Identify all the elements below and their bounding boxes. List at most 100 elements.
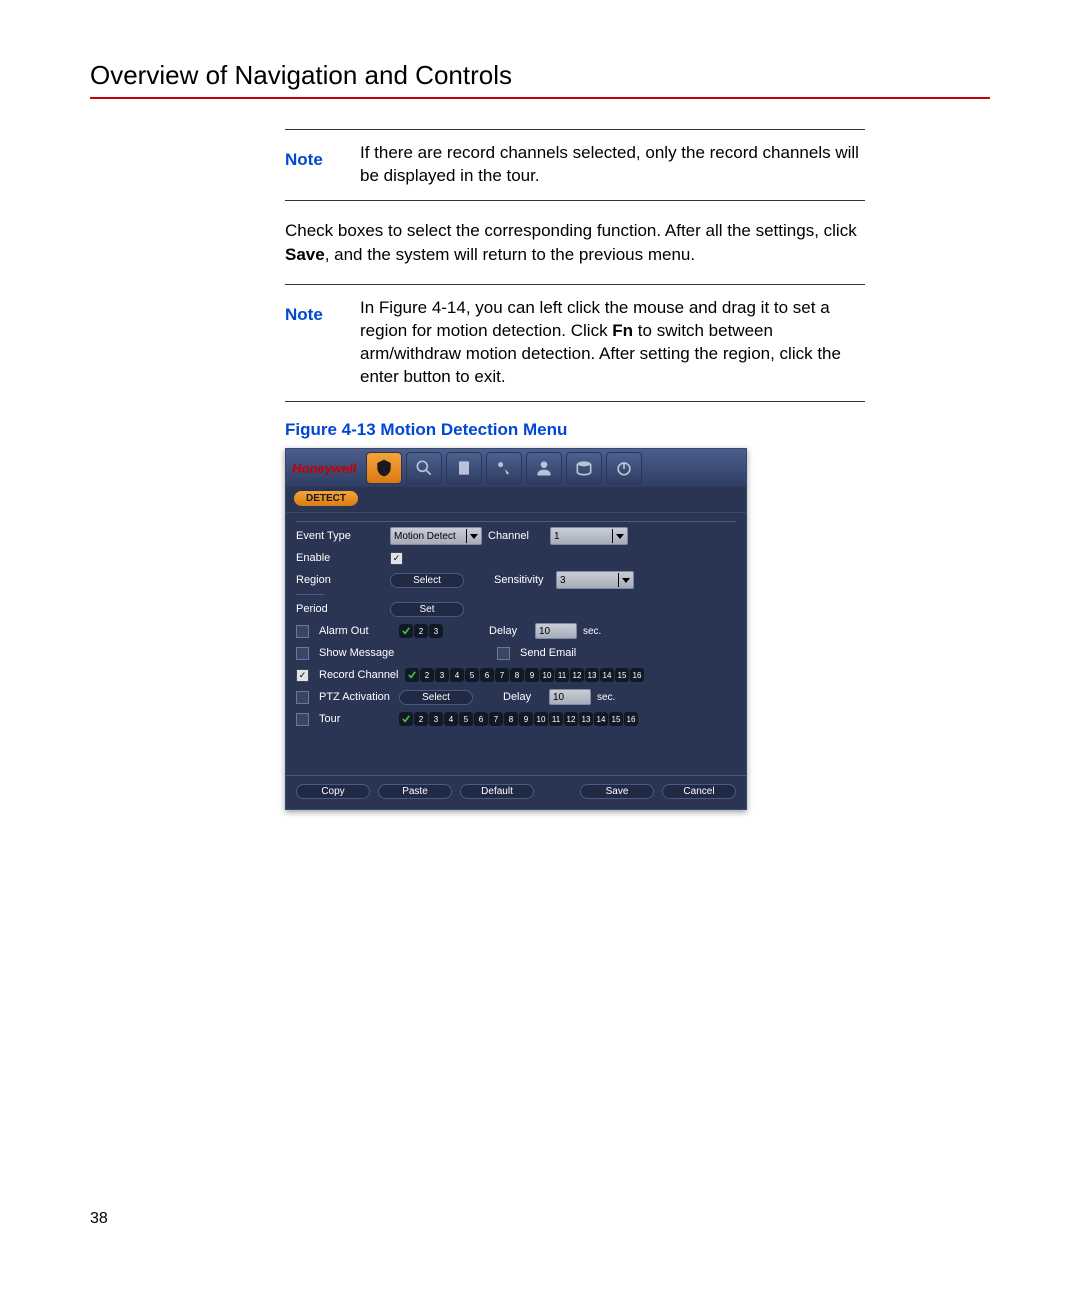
ptz-delay-input[interactable]: 10 [549, 689, 591, 705]
nav-search-icon[interactable] [406, 452, 442, 484]
label-send-email: Send Email [520, 647, 576, 659]
default-button[interactable]: Default [460, 784, 534, 799]
alarm-out-3[interactable]: 3 [429, 624, 443, 638]
page-number: 38 [90, 1210, 108, 1228]
channel-7[interactable]: 7 [489, 712, 503, 726]
region-select-button[interactable]: Select [390, 573, 464, 588]
select-channel[interactable]: 1 [550, 527, 628, 545]
label-alarm-out: Alarm Out [319, 625, 393, 637]
checkbox-tour[interactable] [296, 713, 309, 726]
nav-detect-icon[interactable] [366, 452, 402, 484]
label-show-message: Show Message [319, 647, 407, 659]
channel-9[interactable]: 9 [525, 668, 539, 682]
chevron-down-icon [470, 534, 478, 539]
select-value: 3 [560, 575, 613, 586]
channel-13[interactable]: 13 [585, 668, 599, 682]
select-event-type[interactable]: Motion Detect [390, 527, 482, 545]
channel-13[interactable]: 13 [579, 712, 593, 726]
chevron-down-icon [622, 578, 630, 583]
channel-14[interactable]: 14 [594, 712, 608, 726]
note-block-1: Note If there are record channels select… [285, 129, 865, 201]
save-button[interactable]: Save [580, 784, 654, 799]
record-channel-list: 2345678910111213141516 [405, 668, 644, 682]
checkbox-ptz[interactable] [296, 691, 309, 704]
channel-10[interactable]: 10 [540, 668, 554, 682]
channel-3[interactable]: 3 [429, 712, 443, 726]
channel-11[interactable]: 11 [549, 712, 563, 726]
dvr-footer: Copy Paste Default Save Cancel [286, 775, 746, 809]
nav-memo-icon[interactable] [446, 452, 482, 484]
brand-label: Honeywell [292, 461, 356, 476]
channel-15[interactable]: 15 [609, 712, 623, 726]
channel-3[interactable]: 3 [435, 668, 449, 682]
nav-disk-icon[interactable] [566, 452, 602, 484]
channel-8[interactable]: 8 [504, 712, 518, 726]
period-set-button[interactable]: Set [390, 602, 464, 617]
note-label: Note [285, 142, 340, 188]
label-enable: Enable [296, 552, 384, 564]
label-region: Region [296, 574, 384, 586]
channel-10[interactable]: 10 [534, 712, 548, 726]
checkbox-record-channel[interactable]: ✓ [296, 669, 309, 682]
detect-badge: DETECT [294, 491, 358, 506]
note-label: Note [285, 297, 340, 389]
alarm-delay-input[interactable]: 10 [535, 623, 577, 639]
label-sec: sec. [583, 626, 601, 637]
note-block-2: Note In Figure 4-14, you can left click … [285, 284, 865, 402]
dvr-panel: Honeywell DETECT [285, 448, 747, 810]
channel-15[interactable]: 15 [615, 668, 629, 682]
note-text: In Figure 4-14, you can left click the m… [360, 297, 865, 389]
channel-12[interactable]: 12 [570, 668, 584, 682]
channel-16[interactable]: 16 [624, 712, 638, 726]
nav-user-icon[interactable] [526, 452, 562, 484]
para-text-b: , and the system will return to the prev… [325, 245, 695, 264]
content: Note If there are record channels select… [285, 129, 865, 810]
tour-channel-list: 2345678910111213141516 [399, 712, 638, 726]
select-value: 1 [554, 531, 607, 542]
channel-6[interactable]: 6 [480, 668, 494, 682]
ptz-select-button[interactable]: Select [399, 690, 473, 705]
checkbox-enable[interactable]: ✓ [390, 552, 403, 565]
note2-a: In [360, 298, 379, 317]
select-sensitivity[interactable]: 3 [556, 571, 634, 589]
alarm-out-2[interactable]: 2 [414, 624, 428, 638]
channel-7[interactable]: 7 [495, 668, 509, 682]
channel-9[interactable]: 9 [519, 712, 533, 726]
checkbox-show-message[interactable] [296, 647, 309, 660]
note-text: If there are record channels selected, o… [360, 142, 865, 188]
channel-12[interactable]: 12 [564, 712, 578, 726]
cancel-button[interactable]: Cancel [662, 784, 736, 799]
dvr-toolbar: Honeywell [286, 449, 746, 487]
copy-button[interactable]: Copy [296, 784, 370, 799]
para-bold: Save [285, 245, 325, 264]
checkbox-alarm-out[interactable] [296, 625, 309, 638]
channel-5[interactable]: 5 [459, 712, 473, 726]
channel-4[interactable]: 4 [444, 712, 458, 726]
paste-button[interactable]: Paste [378, 784, 452, 799]
alarm-out-1[interactable] [399, 624, 413, 638]
channel-5[interactable]: 5 [465, 668, 479, 682]
channel-14[interactable]: 14 [600, 668, 614, 682]
channel-4[interactable]: 4 [450, 668, 464, 682]
channel-11[interactable]: 11 [555, 668, 569, 682]
channel-6[interactable]: 6 [474, 712, 488, 726]
nav-keys-icon[interactable] [486, 452, 522, 484]
channel-2[interactable]: 2 [420, 668, 434, 682]
divider-short [296, 594, 324, 595]
figure-caption: Figure 4-13 Motion Detection Menu [285, 420, 865, 440]
checkbox-send-email[interactable] [497, 647, 510, 660]
channel-1[interactable] [399, 712, 413, 726]
label-ptz: PTZ Activation [319, 691, 393, 703]
channel-1[interactable] [405, 668, 419, 682]
figure-reference: Figure 4-14 [379, 298, 466, 317]
select-value: Motion Detect [394, 531, 461, 542]
channel-16[interactable]: 16 [630, 668, 644, 682]
page-title: Overview of Navigation and Controls [90, 60, 990, 99]
alarm-out-list: 2 3 [399, 624, 443, 638]
chevron-down-icon [616, 534, 624, 539]
nav-power-icon[interactable] [606, 452, 642, 484]
dvr-body: Event Type Motion Detect Channel 1 Enabl… [286, 512, 746, 775]
channel-2[interactable]: 2 [414, 712, 428, 726]
channel-8[interactable]: 8 [510, 668, 524, 682]
label-sec: sec. [597, 692, 615, 703]
